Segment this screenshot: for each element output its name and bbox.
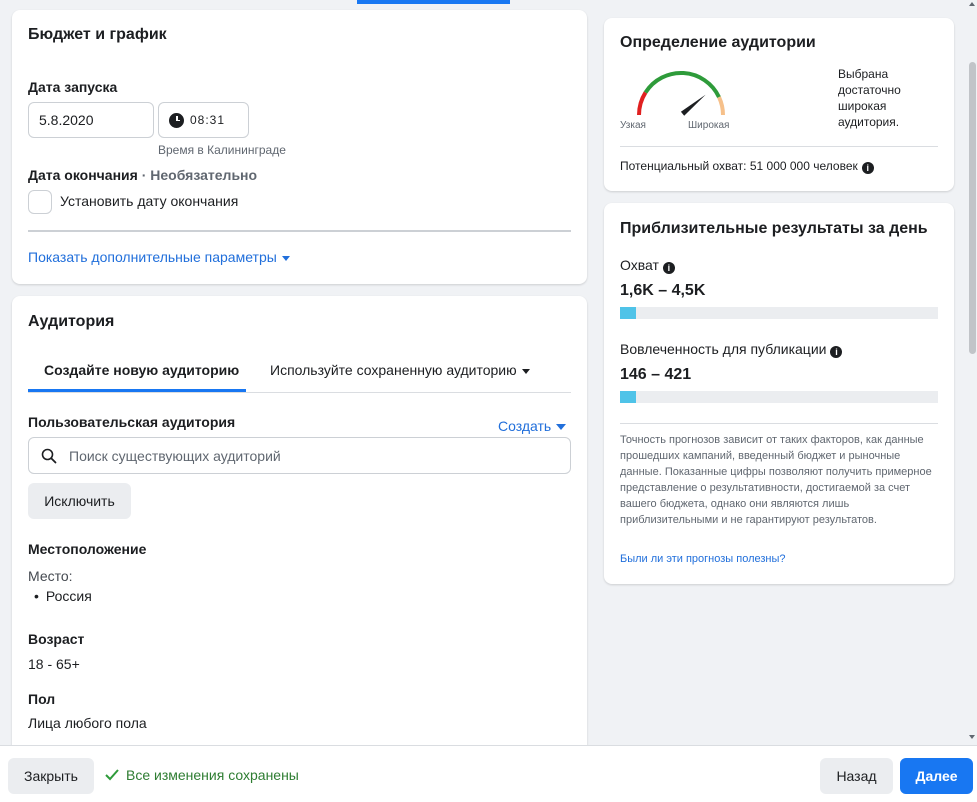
potential-reach: Потенциальный охват: 51 000 000 человек i <box>620 159 874 174</box>
saved-status: Все изменения сохранены <box>104 767 299 783</box>
engagement-label: Вовлеченность для публикации i <box>620 341 843 358</box>
create-audience-text: Создать <box>498 418 552 434</box>
reach-label: Охват i <box>620 257 675 274</box>
gauge-green-segment <box>643 70 721 98</box>
engagement-value: 146 – 421 <box>620 366 692 383</box>
close-button[interactable]: Закрыть <box>8 758 94 794</box>
start-time-input[interactable]: 08:31 <box>158 102 249 138</box>
daily-results-card: Приблизительные результаты за день Охват… <box>604 203 954 584</box>
definition-description: Выбрана достаточно широкая аудитория. <box>838 67 901 129</box>
gauge-peach-segment <box>717 96 726 116</box>
tab-saved-audience-label: Используйте сохраненную аудиторию <box>270 362 517 378</box>
caret-down-icon <box>521 368 530 374</box>
bullet: • <box>34 588 39 604</box>
definition-divider <box>620 146 938 147</box>
definition-title: Определение аудитории <box>620 34 816 51</box>
results-title: Приблизительные результаты за день <box>620 220 928 237</box>
tab-saved-audience[interactable]: Используйте сохраненную аудиторию <box>270 362 530 378</box>
results-disclaimer: Точность прогнозов зависит от таких факт… <box>620 434 932 526</box>
saved-status-text: Все изменения сохранены <box>126 767 299 783</box>
location-label: Местоположение <box>28 541 147 557</box>
engagement-bar <box>620 391 938 403</box>
reach-value: 1,6K – 4,5K <box>620 282 706 299</box>
info-icon[interactable]: i <box>830 346 843 358</box>
gauge-narrow-label: Узкая <box>620 120 646 131</box>
exclude-button[interactable]: Исключить <box>28 483 131 519</box>
clock-icon <box>169 112 184 128</box>
end-date-checkbox-label: Установить дату окончания <box>60 193 239 209</box>
gender-label: Пол <box>28 691 56 707</box>
audience-title: Аудитория <box>28 313 115 330</box>
gauge-wide-label: Широкая <box>688 120 730 131</box>
engagement-label-text: Вовлеченность для публикации <box>620 341 827 357</box>
tab-new-audience-label: Создайте новую аудиторию <box>44 362 240 378</box>
scrollbar-thumb[interactable] <box>969 62 976 354</box>
potential-reach-text: Потенциальный охват: 51 000 000 человек <box>620 159 858 173</box>
audience-search-input[interactable]: Поиск существующих аудиторий <box>28 437 571 474</box>
budget-title: Бюджет и график <box>28 26 167 43</box>
custom-audience-label: Пользовательская аудитория <box>28 414 236 430</box>
start-date-value: 5.8.2020 <box>39 112 94 128</box>
end-date-optional: · Необязательно <box>137 167 258 183</box>
reach-bar <box>620 307 938 319</box>
back-button[interactable]: Назад <box>820 758 893 794</box>
gauge-red-segment <box>636 91 648 116</box>
timezone-note: Время в Калининграде <box>158 143 286 157</box>
age-value: 18 - 65+ <box>28 656 80 672</box>
tab-new-audience[interactable]: Создайте новую аудиторию <box>28 350 246 392</box>
more-params-link[interactable]: Показать дополнительные параметры <box>28 249 290 265</box>
budget-divider <box>28 230 571 232</box>
start-date-label: Дата запуска <box>28 79 118 95</box>
active-step-indicator <box>357 0 510 4</box>
create-audience-link[interactable]: Создать <box>498 418 567 434</box>
start-time-value: 08:31 <box>190 113 226 127</box>
end-date-checkbox[interactable] <box>28 190 52 214</box>
reach-bar-fill <box>620 307 636 319</box>
budget-schedule-card: Бюджет и график Дата запуска 5.8.2020 08… <box>12 10 587 284</box>
more-params-text: Показать дополнительные параметры <box>28 249 277 265</box>
audience-card: Аудитория Создайте новую аудиторию Испол… <box>12 296 587 756</box>
check-icon <box>105 769 119 781</box>
page-scrollbar[interactable] <box>967 0 977 745</box>
bottom-action-bar: Закрыть Все изменения сохранены Назад Да… <box>0 745 977 802</box>
end-date-label: Дата окончания · Необязательно <box>28 167 257 183</box>
place-value: • Россия <box>34 588 92 604</box>
engagement-bar-fill <box>620 391 636 403</box>
feedback-link[interactable]: Были ли эти прогнозы полезны? <box>620 553 786 565</box>
next-button[interactable]: Далее <box>900 758 973 794</box>
gender-value: Лица любого пола <box>28 715 147 731</box>
start-date-input[interactable]: 5.8.2020 <box>28 102 154 138</box>
scroll-down-arrow[interactable] <box>969 735 975 739</box>
tabs-divider <box>28 392 571 393</box>
info-icon[interactable]: i <box>662 262 675 274</box>
results-divider <box>620 423 938 424</box>
search-icon <box>41 448 57 463</box>
place-label: Место: <box>28 568 73 584</box>
age-label: Возраст <box>28 631 85 647</box>
caret-down-icon <box>556 424 567 431</box>
place-value-text: Россия <box>45 588 92 604</box>
gauge-needle <box>680 94 706 116</box>
audience-definition-card: Определение аудитории Узкая Широкая Выбр… <box>604 18 954 191</box>
audience-search-placeholder: Поиск существующих аудиторий <box>69 447 281 464</box>
scroll-up-arrow[interactable] <box>969 2 975 6</box>
end-date-title: Дата окончания <box>28 167 138 183</box>
caret-down-icon <box>281 255 290 261</box>
info-icon[interactable]: i <box>861 162 874 174</box>
reach-label-text: Охват <box>620 257 659 273</box>
